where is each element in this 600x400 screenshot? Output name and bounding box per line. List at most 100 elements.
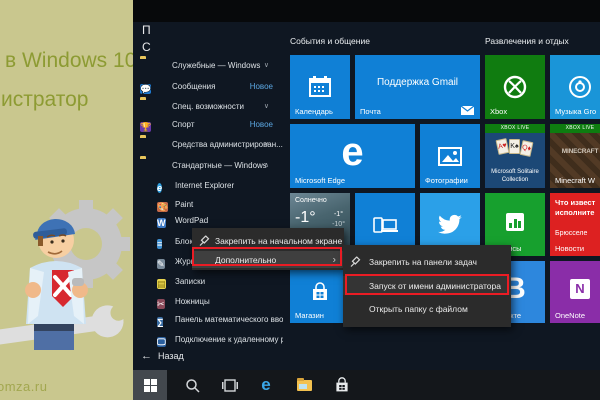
edge-logo-icon: e: [341, 130, 363, 175]
tile-mail[interactable]: Поддержка Gmail Почта: [355, 55, 480, 119]
app-item-ease-of-access[interactable]: Спец. возможности ∨: [133, 97, 283, 117]
app-item-snipping-tool[interactable]: ✂ Ножницы: [133, 292, 283, 312]
envelope-icon: [461, 106, 474, 115]
news-headline-line2: исполните: [555, 208, 594, 217]
app-item-messaging[interactable]: 💬 Сообщения Новое: [133, 77, 283, 97]
task-view-button[interactable]: [215, 370, 245, 400]
windows-screen: П С Служебные — Windows ∨ 💬 Сообщения Но…: [133, 0, 600, 400]
tile-store[interactable]: Магазин: [290, 261, 350, 323]
app-item-label: Internet Explorer: [175, 181, 234, 190]
app-item-label: Панель математического ввода: [175, 315, 283, 324]
taskbar: e: [133, 370, 600, 400]
pin-icon: [350, 257, 361, 268]
internet-explorer-icon: e: [157, 178, 172, 193]
chevron-up-icon: ∧: [264, 161, 269, 169]
tile-solitaire[interactable]: XBOX LIVE A♥ K♠ Q♦ Microsoft Solitaire C…: [485, 124, 545, 188]
back-button[interactable]: ←Назад: [141, 350, 184, 362]
weather-temp: -1°: [295, 209, 316, 227]
tile-label: Xbox: [490, 107, 507, 116]
sport-icon: 🏆: [140, 117, 155, 132]
folder-icon: [140, 99, 155, 114]
edge-icon: e: [261, 375, 270, 395]
app-item-math-input[interactable]: ∑ Панель математического ввода: [133, 310, 283, 330]
chevron-down-icon: ∨: [264, 61, 269, 69]
menu-item-label: Закрепить на начальном экране: [215, 236, 342, 246]
app-item-internet-explorer[interactable]: e Internet Explorer: [133, 176, 283, 196]
article-title: в Windows 10 · истратор: [5, 42, 133, 120]
wordpad-icon: W: [157, 213, 172, 228]
news-headline-line3: Брюсселе: [555, 230, 587, 237]
weather-low: -10°: [332, 221, 345, 228]
app-item-label: Записки: [175, 277, 205, 286]
task-view-icon: [222, 379, 238, 392]
tile-label: Фотографии: [425, 176, 468, 185]
app-item-label: Paint: [175, 200, 193, 209]
paint-icon: 🎨: [157, 197, 172, 212]
app-item-label: Подключение к удаленному р...: [175, 335, 283, 344]
mail-notification-text: Поддержка Gmail: [355, 77, 480, 88]
menu-item-pin-to-taskbar[interactable]: Закрепить на панели задач: [343, 253, 511, 271]
app-item-accessories[interactable]: Стандартные — Windows ∧: [133, 156, 283, 176]
tile-groove-music[interactable]: Музыка Gro: [550, 55, 600, 119]
new-badge: Новое: [250, 82, 273, 91]
chevron-down-icon: ∨: [264, 102, 269, 110]
tile-calendar[interactable]: Календарь: [290, 55, 350, 119]
weather-condition: Солнечно: [295, 197, 327, 204]
app-item-label: Стандартные — Windows: [172, 161, 267, 170]
minecraft-logo: MINECRAFT: [550, 148, 600, 155]
site-watermark: omza.ru: [0, 379, 47, 394]
tile-photos[interactable]: Фотографии: [420, 124, 480, 188]
finance-chart-icon: [506, 213, 524, 231]
app-item-label: Спец. возможности: [172, 102, 244, 111]
app-item-admin-tools[interactable]: Средства администрирован... ∨: [133, 135, 283, 155]
taskbar-store-button[interactable]: [327, 370, 357, 400]
taskbar-search-button[interactable]: [177, 370, 207, 400]
tile-onenote[interactable]: N OneNote: [550, 261, 600, 323]
new-badge: Новое: [250, 120, 273, 129]
tile-label: Новости: [555, 244, 584, 253]
store-icon: [334, 377, 350, 393]
app-item-remote-desktop[interactable]: 🖵 Подключение к удаленному р...: [133, 330, 283, 350]
tile-group-header: События и общение: [290, 36, 370, 46]
app-item-windows-system[interactable]: Служебные — Windows ∨: [133, 56, 283, 76]
tile-microsoft-edge[interactable]: e Microsoft Edge: [290, 124, 415, 188]
tile-news[interactable]: Что извест исполните Брюсселе Новости: [550, 193, 600, 256]
windows-logo-icon: [144, 379, 157, 392]
app-item-sport[interactable]: 🏆 Спорт Новое: [133, 115, 283, 135]
messaging-icon: 💬: [140, 79, 155, 94]
app-item-sticky-notes[interactable]: ▤ Записки: [133, 272, 283, 292]
annotation-box-run-as-admin: [345, 274, 509, 295]
folder-icon: [140, 58, 155, 73]
weather-high: -1°: [334, 211, 343, 218]
math-input-icon: ∑: [157, 312, 172, 327]
menu-item-open-file-location[interactable]: Открыть папку с файлом: [343, 300, 511, 318]
journal-icon: ✎: [157, 254, 172, 269]
tile-label: Microsoft Solitaire Collection: [485, 169, 545, 185]
article-title-line2: истратор: [1, 81, 133, 120]
screenshot: в Windows 10 · истратор: [0, 0, 600, 400]
notepad-icon: ≡: [157, 234, 172, 249]
xbox-live-banner: XBOX LIVE: [485, 124, 545, 133]
scissors-icon: ✂: [157, 294, 172, 309]
app-item-label: Служебные — Windows: [172, 61, 260, 70]
file-explorer-icon: [297, 380, 312, 391]
folder-icon: [140, 158, 155, 173]
start-button[interactable]: [133, 370, 167, 400]
sticky-notes-icon: ▤: [157, 274, 172, 289]
desktop-top-strip: [133, 0, 600, 22]
tile-label: Музыка Gro: [555, 107, 596, 116]
repairman-mascot-illustration: [0, 178, 133, 363]
taskbar-explorer-button[interactable]: [289, 370, 319, 400]
tile-xbox[interactable]: Xbox: [485, 55, 545, 119]
section-letter-s[interactable]: С: [142, 40, 151, 54]
folder-icon: [140, 137, 155, 152]
app-item-label: Спорт: [172, 120, 195, 129]
tutorial-sidebar: в Windows 10 · истратор: [0, 0, 133, 400]
menu-item-label: Открыть папку с файлом: [369, 304, 468, 314]
tile-minecraft[interactable]: XBOX LIVE MINECRAFT Minecraft W: [550, 124, 600, 188]
tile-label: Minecraft W: [555, 176, 595, 185]
section-letter-p[interactable]: П: [142, 23, 151, 37]
xbox-live-banner: XBOX LIVE: [550, 124, 600, 133]
taskbar-edge-button[interactable]: e: [251, 370, 281, 400]
tile-label: Microsoft Edge: [295, 176, 345, 185]
